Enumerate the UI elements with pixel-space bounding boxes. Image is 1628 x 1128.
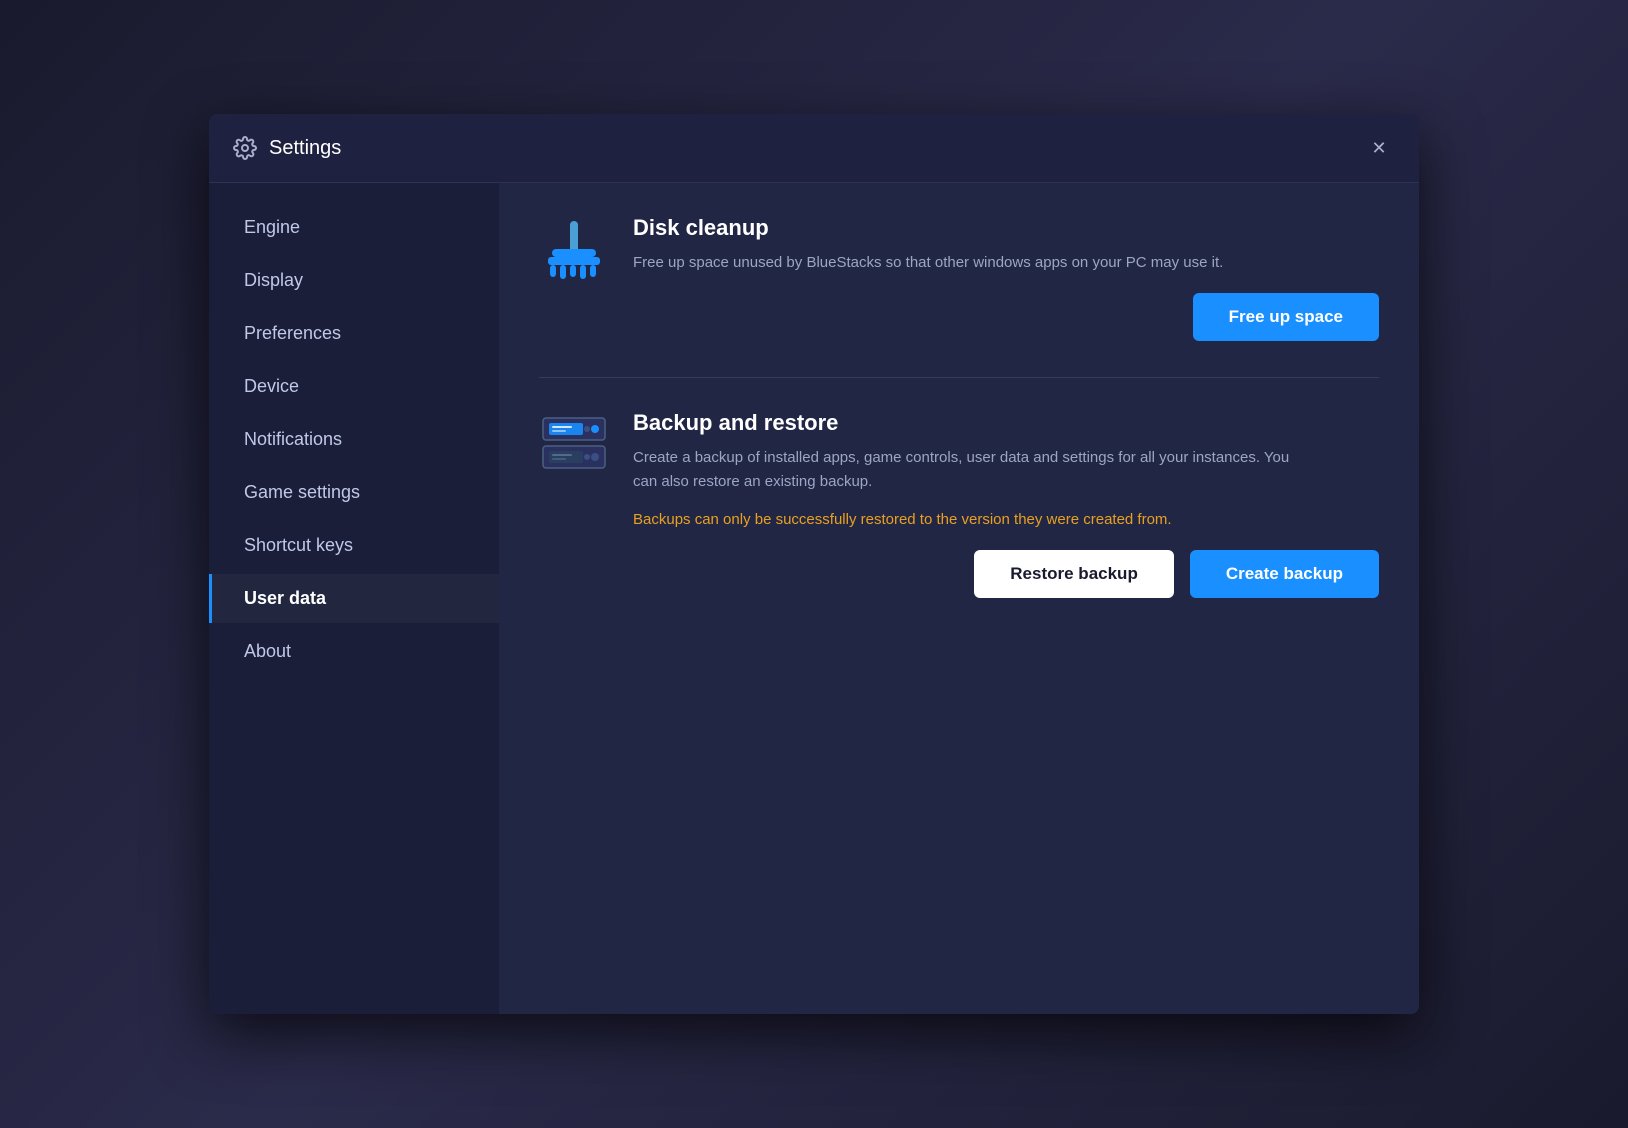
backup-warning: Backups can only be successfully restore…	[633, 508, 1379, 532]
disk-cleanup-inner: Disk cleanup Free up space unused by Blu…	[539, 215, 1379, 373]
sidebar-item-device[interactable]: Device	[209, 362, 499, 411]
close-button[interactable]: ✕	[1363, 132, 1395, 164]
sidebar-item-display[interactable]: Display	[209, 256, 499, 305]
settings-modal: Settings ✕ Engine Display Preferences De…	[209, 114, 1419, 1014]
disk-cleanup-text: Disk cleanup Free up space unused by Blu…	[633, 215, 1379, 341]
create-backup-button[interactable]: Create backup	[1190, 550, 1379, 598]
sidebar-item-about[interactable]: About	[209, 627, 499, 676]
gear-icon	[233, 136, 257, 160]
modal-body: Engine Display Preferences Device Notifi…	[209, 183, 1419, 1014]
backup-restore-title: Backup and restore	[633, 410, 1379, 436]
window-title: Settings	[269, 137, 341, 160]
disk-cleanup-title: Disk cleanup	[633, 215, 1379, 241]
sidebar-item-user-data[interactable]: User data	[209, 574, 499, 623]
title-bar-left: Settings	[233, 136, 341, 160]
sidebar-item-notifications[interactable]: Notifications	[209, 415, 499, 464]
disk-cleanup-desc: Free up space unused by BlueStacks so th…	[633, 251, 1313, 275]
sidebar: Engine Display Preferences Device Notifi…	[209, 183, 499, 1014]
free-up-space-button[interactable]: Free up space	[1193, 293, 1379, 341]
restore-backup-button[interactable]: Restore backup	[974, 550, 1174, 598]
backup-icon	[539, 414, 609, 472]
title-bar: Settings ✕	[209, 114, 1419, 183]
backup-restore-inner: Backup and restore Create a backup of in…	[539, 410, 1379, 630]
disk-cleanup-actions: Free up space	[633, 293, 1379, 341]
backup-restore-text: Backup and restore Create a backup of in…	[633, 410, 1379, 598]
sidebar-item-shortcut-keys[interactable]: Shortcut keys	[209, 521, 499, 570]
section-divider	[539, 377, 1379, 378]
cleanup-icon	[539, 219, 609, 281]
sidebar-item-preferences[interactable]: Preferences	[209, 309, 499, 358]
backup-restore-section: Backup and restore Create a backup of in…	[539, 410, 1379, 630]
disk-cleanup-section: Disk cleanup Free up space unused by Blu…	[539, 215, 1379, 373]
backup-restore-desc: Create a backup of installed apps, game …	[633, 446, 1313, 494]
sidebar-item-game-settings[interactable]: Game settings	[209, 468, 499, 517]
sidebar-item-engine[interactable]: Engine	[209, 203, 499, 252]
backup-restore-actions: Restore backup Create backup	[633, 550, 1379, 598]
main-content: Disk cleanup Free up space unused by Blu…	[499, 183, 1419, 1014]
